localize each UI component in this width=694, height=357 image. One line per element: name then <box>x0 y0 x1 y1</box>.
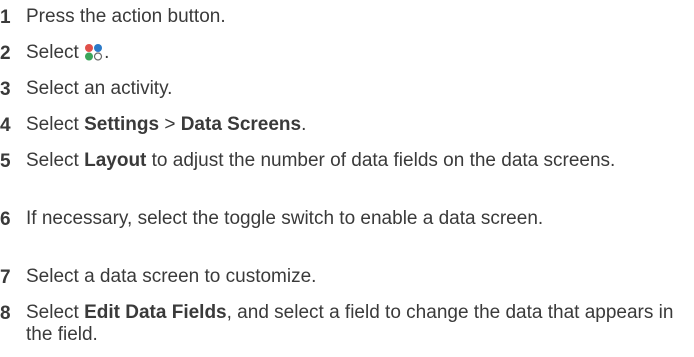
menu-term-settings: Settings <box>84 114 160 135</box>
step-number: 6 <box>0 209 11 230</box>
step-item: 1 Press the action button. <box>0 6 694 30</box>
step-number: 2 <box>0 43 11 64</box>
step-item: 7 Select a data screen to customize. <box>0 266 694 290</box>
step-text-part: Press the action button. <box>26 6 226 27</box>
step-number: 5 <box>0 151 11 172</box>
step-item: 4 Select Settings > Data Screens. <box>0 114 694 138</box>
step-text: Select Settings > Data Screens. <box>26 114 690 136</box>
step-item: 8 Select Edit Data Fields, and select a … <box>0 302 694 348</box>
menu-term-edit-data-fields: Edit Data Fields <box>84 302 227 323</box>
step-text-part: . <box>104 42 110 63</box>
step-item: 5 Select Layout to adjust the number of … <box>0 150 694 196</box>
step-text-part: Select <box>26 114 85 135</box>
step-text: Select Layout to adjust the number of da… <box>26 150 690 172</box>
step-text-part: to adjust the number of data fields on t… <box>146 150 616 171</box>
step-text-part: Select a data screen to customize. <box>26 266 317 287</box>
step-number: 8 <box>0 303 11 324</box>
step-text-part: Select <box>26 302 85 323</box>
step-text-part: If necessary, select the toggle switch t… <box>26 208 544 229</box>
step-text: Select . <box>26 42 690 64</box>
step-item: 3 Select an activity. <box>0 78 694 102</box>
step-number: 1 <box>0 7 11 28</box>
step-number: 7 <box>0 267 11 288</box>
step-text: Press the action button. <box>26 6 690 28</box>
menu-term-layout: Layout <box>84 150 147 171</box>
step-text: Select Edit Data Fields, and select a fi… <box>26 302 690 346</box>
instruction-steps: 1 Press the action button. 2 Select . 3 … <box>0 0 694 357</box>
step-text: Select an activity. <box>26 78 690 100</box>
step-number: 4 <box>0 115 11 136</box>
step-text: If necessary, select the toggle switch t… <box>26 208 586 230</box>
step-text: Select a data screen to customize. <box>26 266 690 288</box>
step-text-part: > <box>159 114 181 135</box>
step-text-part: Select an activity. <box>26 78 173 99</box>
activities-icon <box>85 44 103 61</box>
step-item: 6 If necessary, select the toggle switch… <box>0 208 694 254</box>
step-number: 3 <box>0 79 11 100</box>
menu-term-data-screens: Data Screens <box>180 114 302 135</box>
step-item: 2 Select . <box>0 42 694 66</box>
step-text-part: Select <box>26 150 85 171</box>
step-text-part: . <box>301 114 307 135</box>
step-text-part: Select <box>26 42 85 63</box>
